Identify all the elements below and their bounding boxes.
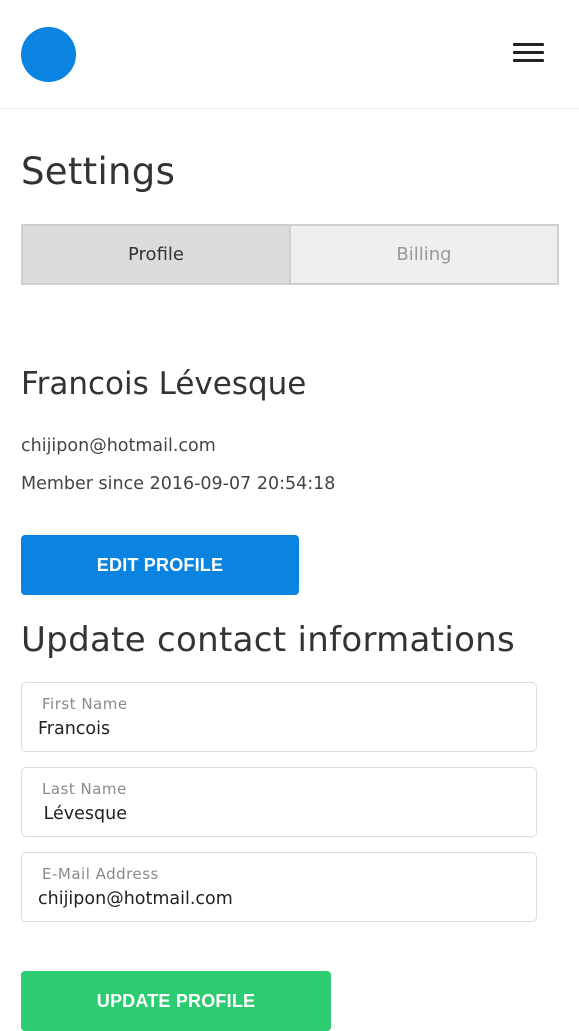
email-label: E-Mail Address xyxy=(42,865,159,883)
last-name-label: Last Name xyxy=(42,780,127,798)
first-name-input[interactable] xyxy=(38,717,518,741)
settings-tabs: Profile Billing xyxy=(21,224,559,285)
menu-line xyxy=(513,43,544,46)
edit-profile-button[interactable]: EDIT PROFILE xyxy=(21,535,299,595)
page-title: Settings xyxy=(21,150,176,193)
first-name-label: First Name xyxy=(42,695,128,713)
contact-section-title: Update contact informations xyxy=(21,620,516,660)
email-input[interactable] xyxy=(38,887,518,911)
logo[interactable] xyxy=(21,27,76,82)
tab-profile[interactable]: Profile xyxy=(23,226,291,283)
top-bar xyxy=(0,0,579,109)
user-email: chijipon@hotmail.com xyxy=(21,436,216,456)
tab-billing[interactable]: Billing xyxy=(291,226,557,283)
hamburger-menu-icon[interactable] xyxy=(508,36,548,72)
member-since: Member since 2016-09-07 20:54:18 xyxy=(21,474,336,494)
user-name: Francois Lévesque xyxy=(21,366,307,402)
menu-line xyxy=(513,59,544,62)
first-name-field[interactable]: First Name xyxy=(21,682,537,752)
email-field[interactable]: E-Mail Address xyxy=(21,852,537,922)
update-profile-button[interactable]: UPDATE PROFILE xyxy=(21,971,331,1031)
menu-line xyxy=(513,51,544,54)
last-name-input[interactable] xyxy=(38,802,518,826)
last-name-field[interactable]: Last Name xyxy=(21,767,537,837)
